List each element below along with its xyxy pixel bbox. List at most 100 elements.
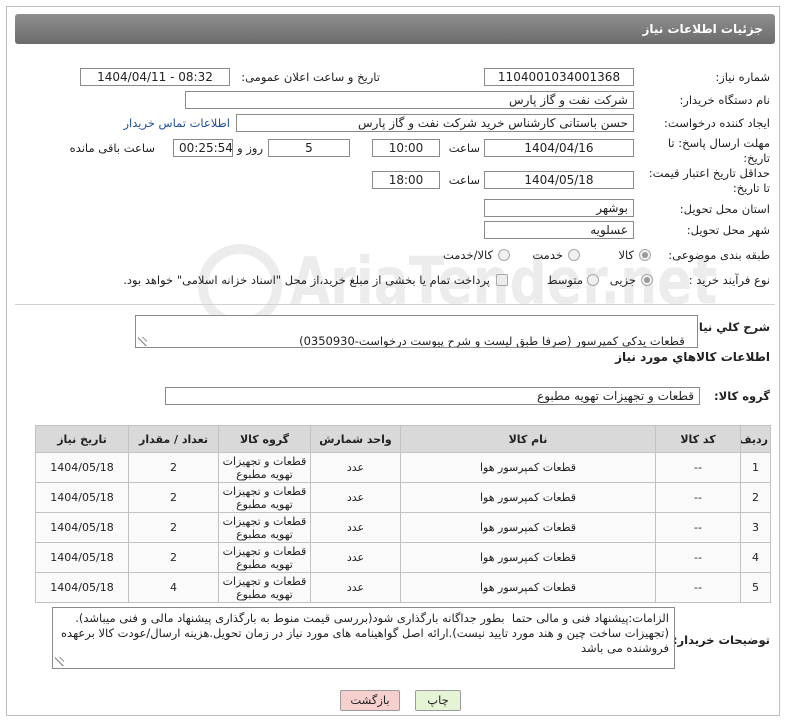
deadline-time-field: 10:00 — [372, 139, 440, 157]
buyer-org-field: شرکت نفت و گاز پارس — [185, 91, 634, 109]
description-textarea: قطعات یدکی کمپرسور (صرفا طبق لیست و شرح … — [135, 315, 698, 348]
print-button[interactable]: چاپ — [415, 690, 461, 711]
table-header-row: ردیف کد کالا نام کالا واحد شمارش گروه کا… — [35, 425, 771, 453]
table-row: 5 -- قطعات کمپرسور هوا عدد قطعات و تجهیز… — [35, 572, 771, 603]
header-unit: واحد شمارش — [310, 425, 401, 453]
description-resize-handle[interactable] — [138, 337, 147, 346]
goods-group-field: قطعات و تجهیزات تهویه مطبوع — [165, 387, 700, 405]
cell-need-date: 1404/05/18 — [35, 572, 129, 603]
buyer-notes-resize-handle[interactable] — [55, 657, 64, 666]
cell-row-number: 2 — [740, 482, 771, 513]
announce-datetime-field: 1404/04/11 - 08:32 — [80, 68, 230, 86]
cell-item-name: قطعات کمپرسور هوا — [400, 512, 656, 543]
header-item-group: گروه کالا — [218, 425, 311, 453]
deadline-time-label: ساعت — [448, 141, 480, 155]
goods-table: ردیف کد کالا نام کالا واحد شمارش گروه کا… — [35, 425, 771, 603]
city-field: عسلویه — [484, 221, 634, 239]
buyer-notes-text: الزامات:پیشنهاد فنی و مالی حتما بطور جدا… — [57, 611, 669, 655]
table-row: 3 -- قطعات کمپرسور هوا عدد قطعات و تجهیز… — [35, 512, 771, 543]
cell-item-code: -- — [655, 572, 741, 603]
need-number-label: شماره نیاز: — [715, 70, 770, 84]
cell-item-group: قطعات و تجهیزات تهویه مطبوع — [218, 542, 311, 573]
title-bar: جزئیات اطلاعات نیاز — [15, 14, 775, 44]
cell-need-date: 1404/05/18 — [35, 452, 129, 483]
city-label: شهر محل تحویل: — [686, 223, 770, 237]
buyer-contact-link[interactable]: اطلاعات تماس خریدار — [123, 116, 230, 130]
cell-row-number: 5 — [740, 572, 771, 603]
cell-row-number: 3 — [740, 512, 771, 543]
process-option-minor: جزیی — [609, 273, 636, 287]
table-row: 1 -- قطعات کمپرسور هوا عدد قطعات و تجهیز… — [35, 452, 771, 483]
cell-quantity: 2 — [128, 482, 219, 513]
price-validity-label-line1: حداقل تاریخ اعتبار قیمت: — [648, 166, 770, 180]
cell-need-date: 1404/05/18 — [35, 512, 129, 543]
category-option-service: خدمت — [532, 248, 563, 262]
deadline-label-line1: مهلت ارسال پاسخ: تا — [667, 136, 770, 150]
requester-label: ایجاد کننده درخواست: — [664, 116, 770, 130]
cell-item-group: قطعات و تجهیزات تهویه مطبوع — [218, 512, 311, 543]
section-divider — [15, 304, 775, 305]
cell-item-name: قطعات کمپرسور هوا — [400, 542, 656, 573]
price-validity-date-field: 1404/05/18 — [484, 171, 634, 189]
cell-item-code: -- — [655, 452, 741, 483]
cell-row-number: 1 — [740, 452, 771, 483]
process-type-label: نوع فرآیند خرید : — [688, 273, 770, 287]
goods-section-title: اطلاعات کالاهاي مورد نياز — [615, 350, 770, 364]
cell-quantity: 4 — [128, 572, 219, 603]
days-label: روز و — [237, 141, 263, 155]
header-item-code: کد کالا — [655, 425, 741, 453]
price-validity-label-line2: تا تاریخ: — [732, 181, 770, 195]
category-radio-goods-service[interactable] — [498, 249, 510, 261]
cell-item-code: -- — [655, 482, 741, 513]
header-item-name: نام کالا — [400, 425, 656, 453]
treasury-checkbox[interactable] — [496, 274, 508, 286]
cell-unit: عدد — [310, 542, 401, 573]
cell-item-name: قطعات کمپرسور هوا — [400, 572, 656, 603]
buyer-notes-textarea: الزامات:پیشنهاد فنی و مالی حتما بطور جدا… — [52, 607, 675, 669]
description-label: شرح کلي نياز: — [687, 320, 770, 334]
cell-item-name: قطعات کمپرسور هوا — [400, 452, 656, 483]
header-need-date: تاریخ نیاز — [35, 425, 129, 453]
announce-datetime-label: تاریخ و ساعت اعلان عمومی: — [241, 70, 380, 84]
deadline-label-line2: تاریخ: — [743, 151, 770, 165]
cell-unit: عدد — [310, 452, 401, 483]
province-field: بوشهر — [484, 199, 634, 217]
province-label: استان محل تحویل: — [679, 202, 770, 216]
cell-item-group: قطعات و تجهیزات تهویه مطبوع — [218, 482, 311, 513]
header-quantity: تعداد / مقدار — [128, 425, 219, 453]
price-validity-time-field: 18:00 — [372, 171, 440, 189]
description-text: قطعات یدکی کمپرسور (صرفا طبق لیست و شرح … — [299, 334, 685, 348]
cell-need-date: 1404/05/18 — [35, 482, 129, 513]
requester-field: حسن باستانی کارشناس خرید شرکت نفت و گاز … — [236, 114, 634, 132]
table-row: 4 -- قطعات کمپرسور هوا عدد قطعات و تجهیز… — [35, 542, 771, 573]
cell-quantity: 2 — [128, 452, 219, 483]
process-option-medium: متوسط — [546, 273, 583, 287]
cell-quantity: 2 — [128, 542, 219, 573]
goods-group-label: گروه کالا: — [714, 389, 770, 403]
deadline-date-field: 1404/04/16 — [484, 139, 634, 157]
time-remaining-label: ساعت باقی مانده — [69, 141, 155, 155]
cell-need-date: 1404/05/18 — [35, 542, 129, 573]
cell-item-name: قطعات کمپرسور هوا — [400, 482, 656, 513]
cell-unit: عدد — [310, 482, 401, 513]
days-remaining-field: 5 — [268, 139, 350, 157]
cell-item-group: قطعات و تجهیزات تهویه مطبوع — [218, 572, 311, 603]
buyer-notes-label: توضیحات خریدار: — [672, 633, 770, 647]
need-number-field: 1104001034001368 — [484, 68, 634, 86]
back-button[interactable]: بازگشت — [340, 690, 400, 711]
price-validity-time-label: ساعت — [448, 173, 480, 187]
cell-item-group: قطعات و تجهیزات تهویه مطبوع — [218, 452, 311, 483]
process-radio-medium[interactable] — [587, 274, 599, 286]
category-radio-service[interactable] — [568, 249, 580, 261]
cell-item-code: -- — [655, 512, 741, 543]
time-remaining-field: 00:25:54 — [173, 139, 233, 157]
cell-quantity: 2 — [128, 512, 219, 543]
category-option-goods: کالا — [618, 248, 634, 262]
category-radio-goods[interactable] — [639, 249, 651, 261]
header-row-number: ردیف — [740, 425, 771, 453]
process-radio-minor[interactable] — [641, 274, 653, 286]
category-label: طبقه بندی موضوعی: — [668, 248, 770, 262]
category-option-goods-service: کالا/خدمت — [442, 248, 493, 262]
cell-row-number: 4 — [740, 542, 771, 573]
page-title: جزئیات اطلاعات نیاز — [642, 22, 763, 36]
